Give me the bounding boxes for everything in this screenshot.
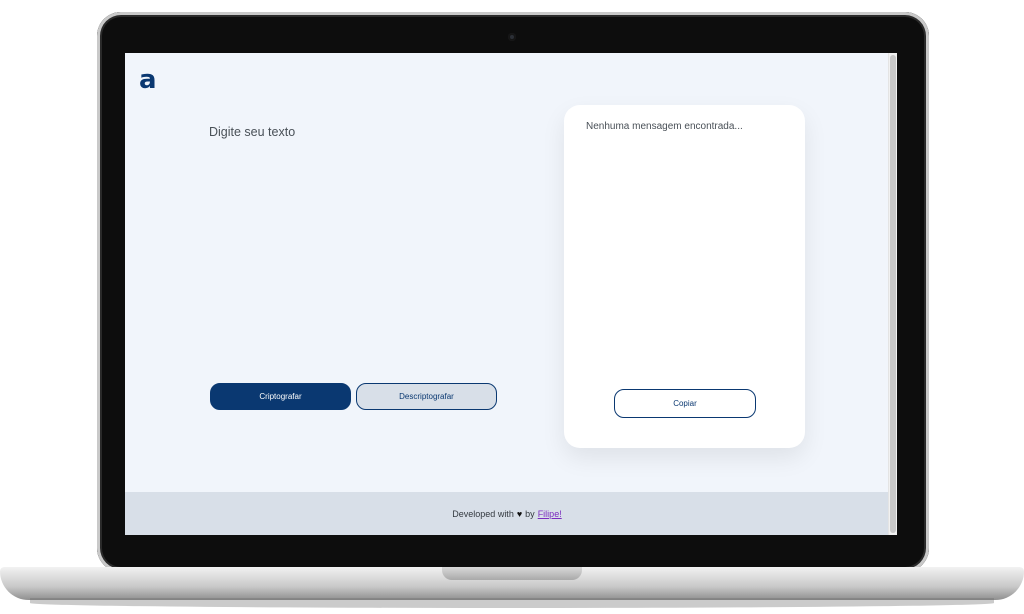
footer-by: by [525,508,535,519]
output-panel: Nenhuma mensagem encontrada... Copiar [564,105,805,448]
footer: Developed with ♥ by Filipe! [125,492,889,535]
decrypt-button[interactable]: Descriptografar [356,383,497,410]
encrypt-button[interactable]: Criptografar [210,383,351,410]
app-screen: a Criptografar Descriptografar Nenhuma m… [125,53,897,535]
logo[interactable]: a [139,67,157,93]
laptop-shadow [30,598,994,608]
heart-icon: ♥ [516,508,523,519]
copy-button[interactable]: Copiar [614,389,756,418]
output-message: Nenhuma mensagem encontrada... [586,121,743,132]
scrollbar[interactable] [888,53,897,535]
author-link[interactable]: Filipe! [538,509,562,519]
text-input[interactable] [207,123,551,357]
footer-prefix: Developed with [452,508,514,519]
scrollbar-thumb[interactable] [890,55,896,533]
laptop-notch [442,567,582,580]
webcam [508,33,516,41]
